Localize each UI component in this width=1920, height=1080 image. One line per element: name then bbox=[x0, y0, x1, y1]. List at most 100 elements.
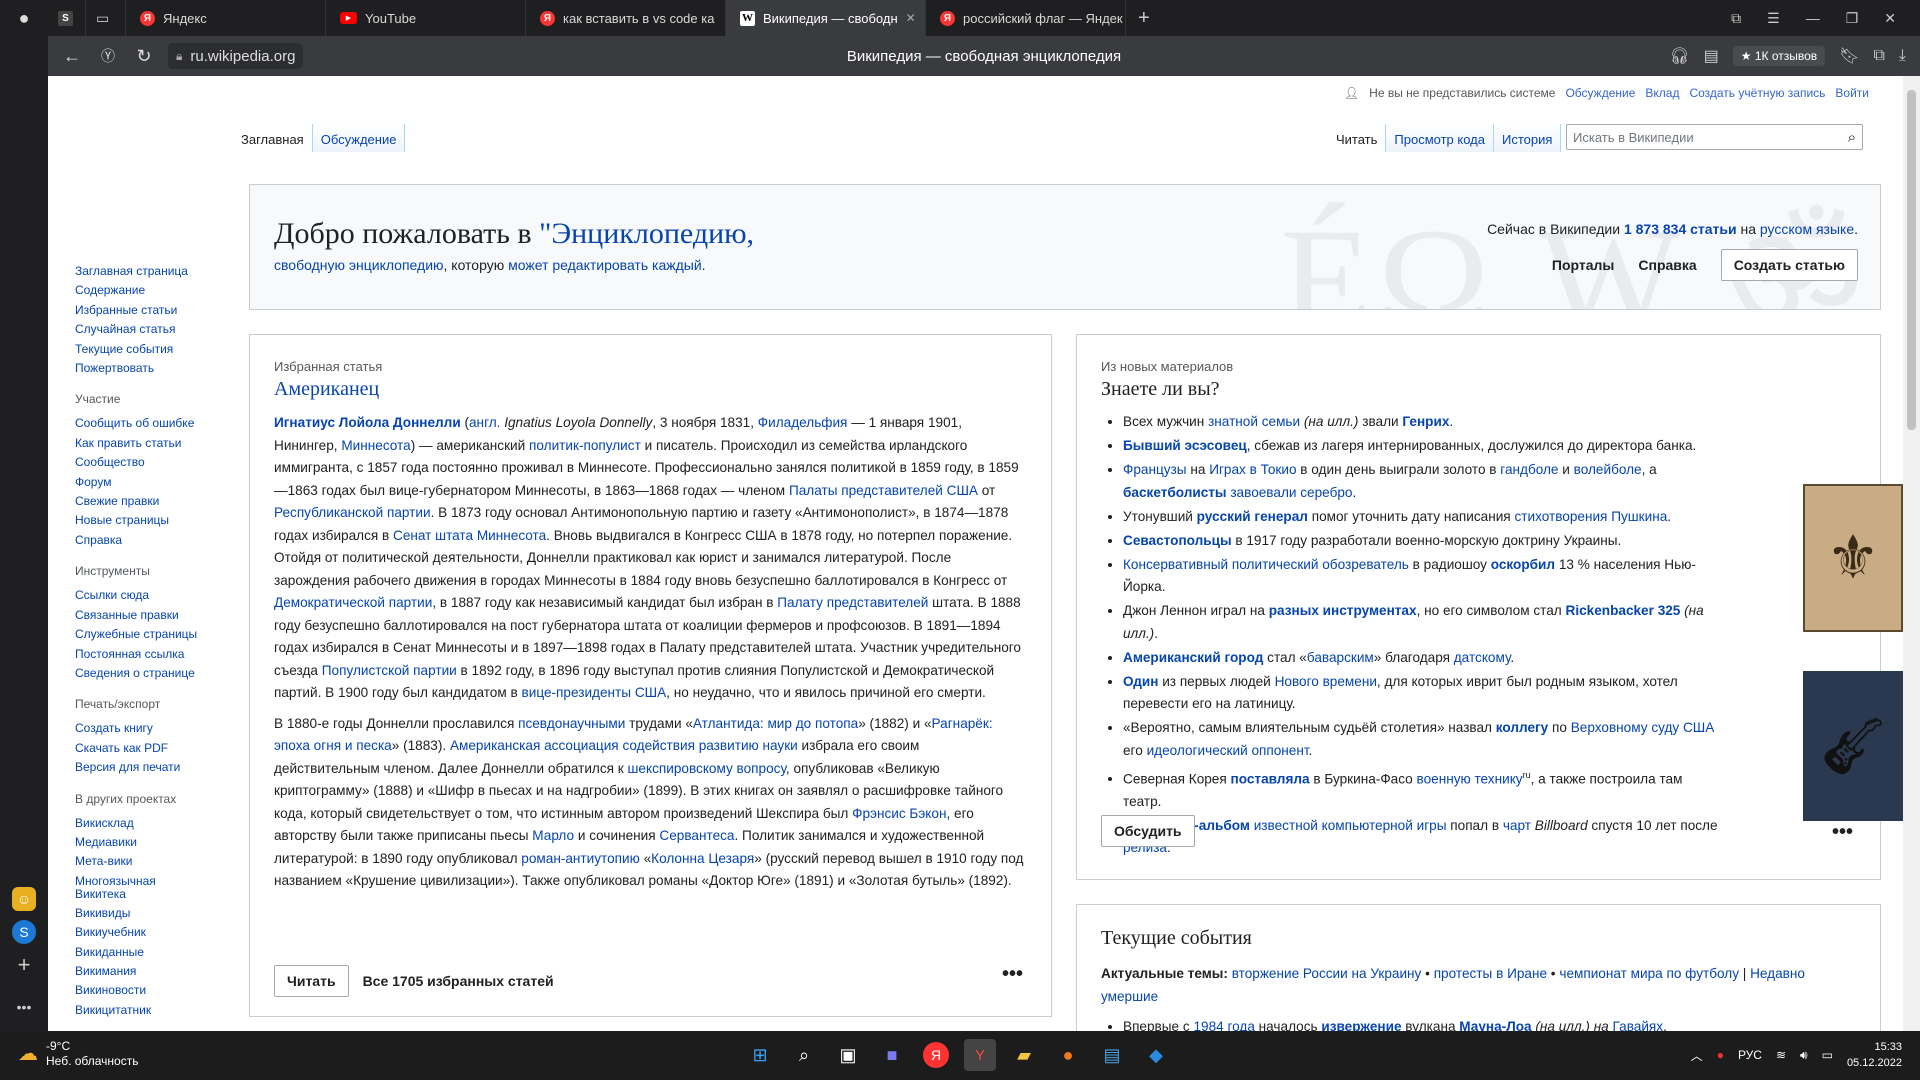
link[interactable]: Сервантеса bbox=[659, 828, 734, 843]
link[interactable]: Нового времени bbox=[1275, 674, 1377, 689]
sidebar-item[interactable]: Викиновости bbox=[75, 981, 225, 1000]
link[interactable]: Бывший эсэсовец bbox=[1123, 438, 1247, 453]
link[interactable]: Rickenbacker 325 bbox=[1566, 603, 1681, 618]
link[interactable]: баскетболисты bbox=[1123, 485, 1227, 500]
portals-link[interactable]: Порталы bbox=[1552, 257, 1614, 273]
link[interactable]: Популистской партии bbox=[322, 663, 457, 678]
weather-widget[interactable]: ☁ -9°C Неб. облачность bbox=[18, 1039, 138, 1069]
link[interactable]: Играх в Токио bbox=[1209, 462, 1296, 477]
firefox-icon[interactable]: ● bbox=[1052, 1039, 1084, 1071]
link[interactable]: Демократической партии bbox=[274, 595, 432, 610]
link[interactable]: Филадельфия bbox=[758, 415, 848, 430]
user-contrib-link[interactable]: Вклад bbox=[1645, 86, 1679, 100]
volume-icon[interactable]: 🔊︎ bbox=[1800, 1048, 1808, 1063]
link[interactable]: Марло bbox=[532, 828, 574, 843]
welcome-title-link[interactable]: "Энциклопедию, bbox=[539, 217, 754, 250]
create-article-button[interactable]: Создать статью bbox=[1720, 249, 1858, 281]
language-link[interactable]: русском языке bbox=[1760, 221, 1854, 237]
more-options-icon[interactable]: ••• bbox=[1002, 963, 1023, 986]
link[interactable]: известной компьютерной игры bbox=[1254, 818, 1447, 833]
anyone-can-edit-link[interactable]: может редактировать каждый bbox=[508, 257, 702, 273]
link[interactable]: Американский город bbox=[1123, 650, 1263, 665]
sidebar-item[interactable]: Сообщить об ошибке bbox=[75, 414, 225, 433]
link[interactable]: вице-президенты США bbox=[522, 685, 667, 700]
link[interactable]: Сенат штата Миннесота bbox=[393, 528, 546, 543]
link[interactable]: Миннесота bbox=[341, 438, 410, 453]
featured-title[interactable]: Американец bbox=[274, 378, 379, 401]
reviews-badge[interactable]: ★ 1К отзывов bbox=[1732, 46, 1826, 66]
start-icon[interactable]: ⊞ bbox=[744, 1039, 776, 1071]
link[interactable]: Игнатиус Лойола Доннелли bbox=[274, 415, 461, 430]
page-scrollbar[interactable] bbox=[1903, 76, 1920, 1031]
link[interactable]: волейболе bbox=[1574, 462, 1642, 477]
tab-read[interactable]: Читать bbox=[1328, 124, 1387, 152]
sidebar-item[interactable]: Связанные правки bbox=[75, 606, 225, 625]
bookmark-icon[interactable]: 🔖︎ bbox=[1839, 46, 1859, 66]
link[interactable]: Американская ассоциация содействия разви… bbox=[450, 738, 798, 753]
link[interactable]: Один bbox=[1123, 674, 1158, 689]
tab-pin-s[interactable]: S bbox=[48, 0, 86, 36]
sidebar-item[interactable]: Свежие правки bbox=[75, 492, 225, 511]
file-explorer-icon[interactable]: ▰ bbox=[1008, 1039, 1040, 1071]
link[interactable]: извержение bbox=[1321, 1019, 1401, 1031]
sidebar-item[interactable]: Викивиды bbox=[75, 904, 225, 923]
sidebar-item-featured[interactable]: Избранные статьи bbox=[75, 301, 225, 320]
close-tab-icon[interactable]: ✕ bbox=[906, 11, 916, 25]
sidebar-item[interactable]: Справка bbox=[75, 531, 225, 550]
link[interactable]: псевдонаучными bbox=[518, 716, 625, 731]
tab-youtube[interactable]: ▶ YouTube bbox=[326, 0, 526, 36]
scroll-thumb[interactable] bbox=[1907, 90, 1916, 430]
link[interactable]: роман-антиутопию bbox=[521, 851, 640, 866]
create-account-link[interactable]: Создать учётную запись bbox=[1689, 86, 1825, 100]
link[interactable]: Мауна-Лоа bbox=[1459, 1019, 1531, 1031]
reader-mode-icon[interactable]: ▤ bbox=[1704, 46, 1719, 66]
topic-link[interactable]: протесты в Иране bbox=[1434, 966, 1547, 981]
link[interactable]: коллегу bbox=[1496, 720, 1548, 735]
sidebar-item[interactable]: Ссылки сюда bbox=[75, 586, 225, 605]
count-link[interactable]: 1 873 834 статьи bbox=[1624, 221, 1737, 237]
sidebar-item-random[interactable]: Случайная статья bbox=[75, 320, 225, 339]
sidebar-item[interactable]: Сведения о странице bbox=[75, 664, 225, 683]
link[interactable]: Консервативный политический обозреватель bbox=[1123, 557, 1409, 572]
link[interactable]: Колонна Цезаря bbox=[651, 851, 754, 866]
search-icon[interactable]: ⌕ bbox=[1848, 129, 1856, 146]
sidebar-item[interactable]: Сообщество bbox=[75, 453, 225, 472]
all-featured-link[interactable]: Все 1705 избранных статей bbox=[363, 973, 554, 989]
alice-app-icon[interactable]: ☺ bbox=[12, 887, 36, 911]
link[interactable]: Севастопольцы bbox=[1123, 533, 1232, 548]
sidebar-item[interactable]: Как править статьи bbox=[75, 434, 225, 453]
profile-icon[interactable]: ● bbox=[12, 6, 36, 30]
link[interactable]: баварским bbox=[1307, 650, 1374, 665]
sidebar-item-donate[interactable]: Пожертвовать bbox=[75, 359, 225, 378]
yandex-app-icon[interactable]: Я bbox=[923, 1042, 949, 1068]
url-field[interactable]: 🔒︎ ru.wikipedia.org bbox=[168, 43, 304, 69]
download-icon[interactable]: ⤓ bbox=[1899, 47, 1906, 65]
tab-yandex[interactable]: Я Яндекс bbox=[126, 0, 326, 36]
collections-icon[interactable]: ⧉ bbox=[1873, 47, 1884, 65]
battery-icon[interactable]: ▭ bbox=[1822, 1048, 1833, 1062]
link[interactable]: военную технику bbox=[1417, 771, 1523, 786]
sidebar-item[interactable]: Скачать как PDF bbox=[75, 739, 225, 758]
guitar-image[interactable]: 🎸︎ bbox=[1803, 671, 1903, 821]
sidebar-item-main[interactable]: Заглавная страница bbox=[75, 262, 225, 281]
notepad-icon[interactable]: ▤ bbox=[1096, 1039, 1128, 1071]
link[interactable]: Генрих bbox=[1402, 414, 1449, 429]
clock[interactable]: 15:33 05.12.2022 bbox=[1847, 1039, 1902, 1071]
sidebar-item[interactable]: Многоязычная Викитека bbox=[75, 874, 165, 901]
link[interactable]: идеологический оппонент bbox=[1147, 743, 1309, 758]
add-panel-icon[interactable]: + bbox=[12, 952, 36, 977]
link[interactable]: Республиканской партии bbox=[274, 505, 431, 520]
tab-flag-search[interactable]: Яроссийский флаг — Яндек bbox=[926, 0, 1126, 36]
link[interactable]: чарт bbox=[1503, 818, 1531, 833]
language-indicator[interactable]: РУС bbox=[1738, 1048, 1762, 1062]
skype-app-icon[interactable]: S bbox=[12, 920, 36, 944]
new-tab-button[interactable]: + bbox=[1126, 0, 1162, 36]
sidebar-item[interactable]: Медиавики bbox=[75, 833, 225, 852]
topic-link[interactable]: вторжение России на Украину bbox=[1232, 966, 1422, 981]
close-window-icon[interactable]: ✕ bbox=[1884, 10, 1896, 27]
tab-discussion[interactable]: Обсуждение bbox=[312, 124, 406, 152]
link[interactable]: Атлантида: мир до потопа bbox=[693, 716, 858, 731]
link[interactable]: датскому bbox=[1454, 650, 1511, 665]
link[interactable]: Верховному суду США bbox=[1571, 720, 1715, 735]
link[interactable]: Гавайях bbox=[1613, 1019, 1664, 1031]
